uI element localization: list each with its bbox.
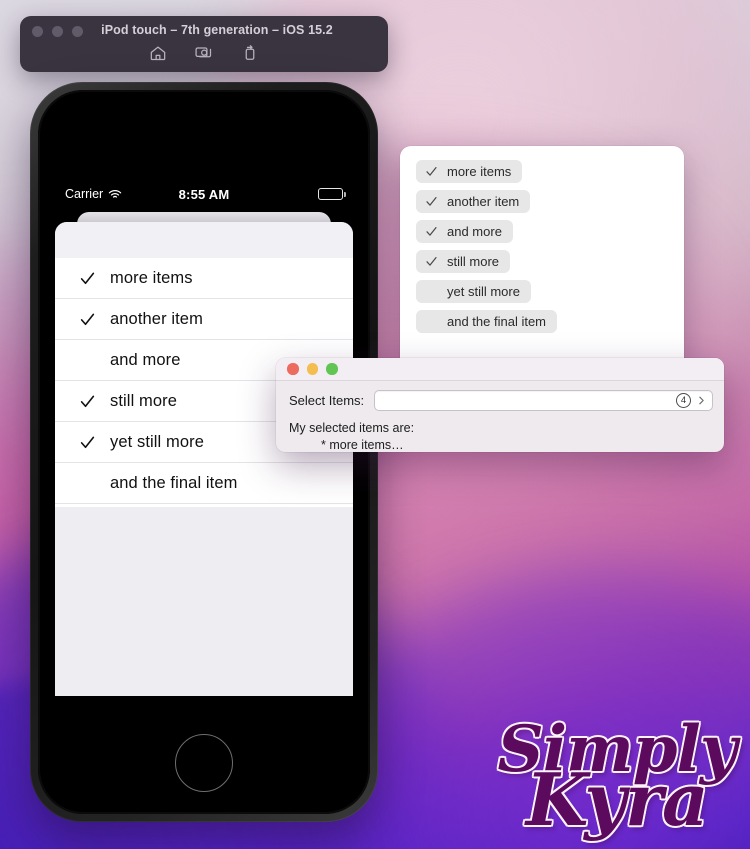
popover-item[interactable]: and the final item (416, 310, 558, 333)
summary-heading: My selected items are: (289, 421, 415, 435)
select-items-field[interactable]: 4 (374, 390, 713, 411)
list-item-label: yet still more (110, 432, 205, 451)
home-button[interactable] (175, 734, 233, 792)
ios-status-bar: Carrier 8:55 AM (55, 182, 353, 206)
status-bar-right (229, 188, 346, 200)
popover-item-label: and more (447, 224, 502, 239)
selected-count-badge: 4 (676, 393, 691, 408)
items-popover[interactable]: more items another item and more still more… (400, 146, 684, 396)
ios-sheet: more items another item and more still more… (55, 222, 353, 696)
minimize-button[interactable] (306, 363, 318, 375)
selection-summary: My selected items are: * more items… (289, 420, 713, 452)
ios-sheet-navbar (55, 222, 353, 258)
checkmark-icon (79, 270, 96, 287)
popover-item-label: another item (447, 194, 520, 209)
popover-item-list[interactable]: more items another item and more still more… (400, 146, 684, 333)
popover-item[interactable]: another item (416, 190, 531, 213)
popover-item-label: still more (447, 254, 500, 269)
ipod-touch-device: Carrier 8:55 AM more items another item … (30, 82, 378, 822)
checkmark-icon (425, 165, 438, 178)
checkmark-icon (425, 315, 438, 328)
popover-item[interactable]: yet still more (416, 280, 531, 303)
popover-item-label: and the final item (447, 314, 547, 329)
simulator-titlebar[interactable]: iPod touch – 7th generation – iOS 15.2 (20, 16, 388, 46)
list-item[interactable]: another item (55, 299, 353, 340)
checkmark-icon (425, 195, 438, 208)
popover-item[interactable]: and more (416, 220, 513, 243)
checkmark-icon (79, 352, 96, 369)
list-item[interactable]: more items (55, 258, 353, 299)
device-bezel: Carrier 8:55 AM more items another item … (38, 90, 370, 814)
checkmark-icon (79, 311, 96, 328)
mac-window-content: Select Items: 4 My selected items are: *… (276, 381, 724, 452)
checkmark-icon (79, 475, 96, 492)
rotate-icon[interactable] (240, 43, 260, 63)
zoom-button[interactable] (326, 363, 338, 375)
list-item-label: and more (110, 350, 181, 369)
status-bar-time: 8:55 AM (178, 186, 230, 202)
checkmark-icon (79, 434, 96, 451)
popover-item[interactable]: more items (416, 160, 523, 183)
select-items-row: Select Items: 4 (289, 390, 713, 411)
screenshot-icon[interactable] (194, 43, 214, 63)
checkmark-icon (425, 225, 438, 238)
checkmark-icon (425, 255, 438, 268)
list-item-label: and the final item (110, 473, 238, 492)
status-bar-left: Carrier (65, 187, 179, 201)
close-button[interactable] (287, 363, 299, 375)
ios-list-empty-area (55, 507, 353, 696)
wifi-icon (108, 189, 122, 200)
list-item[interactable]: and the final item (55, 463, 353, 504)
list-item-label: another item (110, 309, 203, 328)
home-icon[interactable] (148, 43, 168, 63)
checkmark-icon (425, 285, 438, 298)
popover-item-label: more items (447, 164, 512, 179)
chevron-right-icon[interactable] (696, 395, 707, 406)
simulator-title: iPod touch – 7th generation – iOS 15.2 (101, 23, 333, 37)
mac-titlebar[interactable] (276, 358, 724, 381)
popover-item[interactable]: still more (416, 250, 511, 273)
list-item-label: still more (110, 391, 178, 410)
checkmark-icon (79, 393, 96, 410)
select-items-label: Select Items: (289, 393, 365, 408)
simulator-window[interactable]: iPod touch – 7th generation – iOS 15.2 (20, 16, 388, 72)
simulator-toolbar (20, 43, 388, 63)
carrier-label: Carrier (65, 187, 104, 201)
battery-icon (318, 188, 346, 200)
mac-app-window[interactable]: Select Items: 4 My selected items are: *… (276, 358, 724, 452)
list-item-label: more items (110, 268, 193, 287)
summary-item: * more items… (321, 438, 404, 452)
popover-item-label: yet still more (447, 284, 520, 299)
